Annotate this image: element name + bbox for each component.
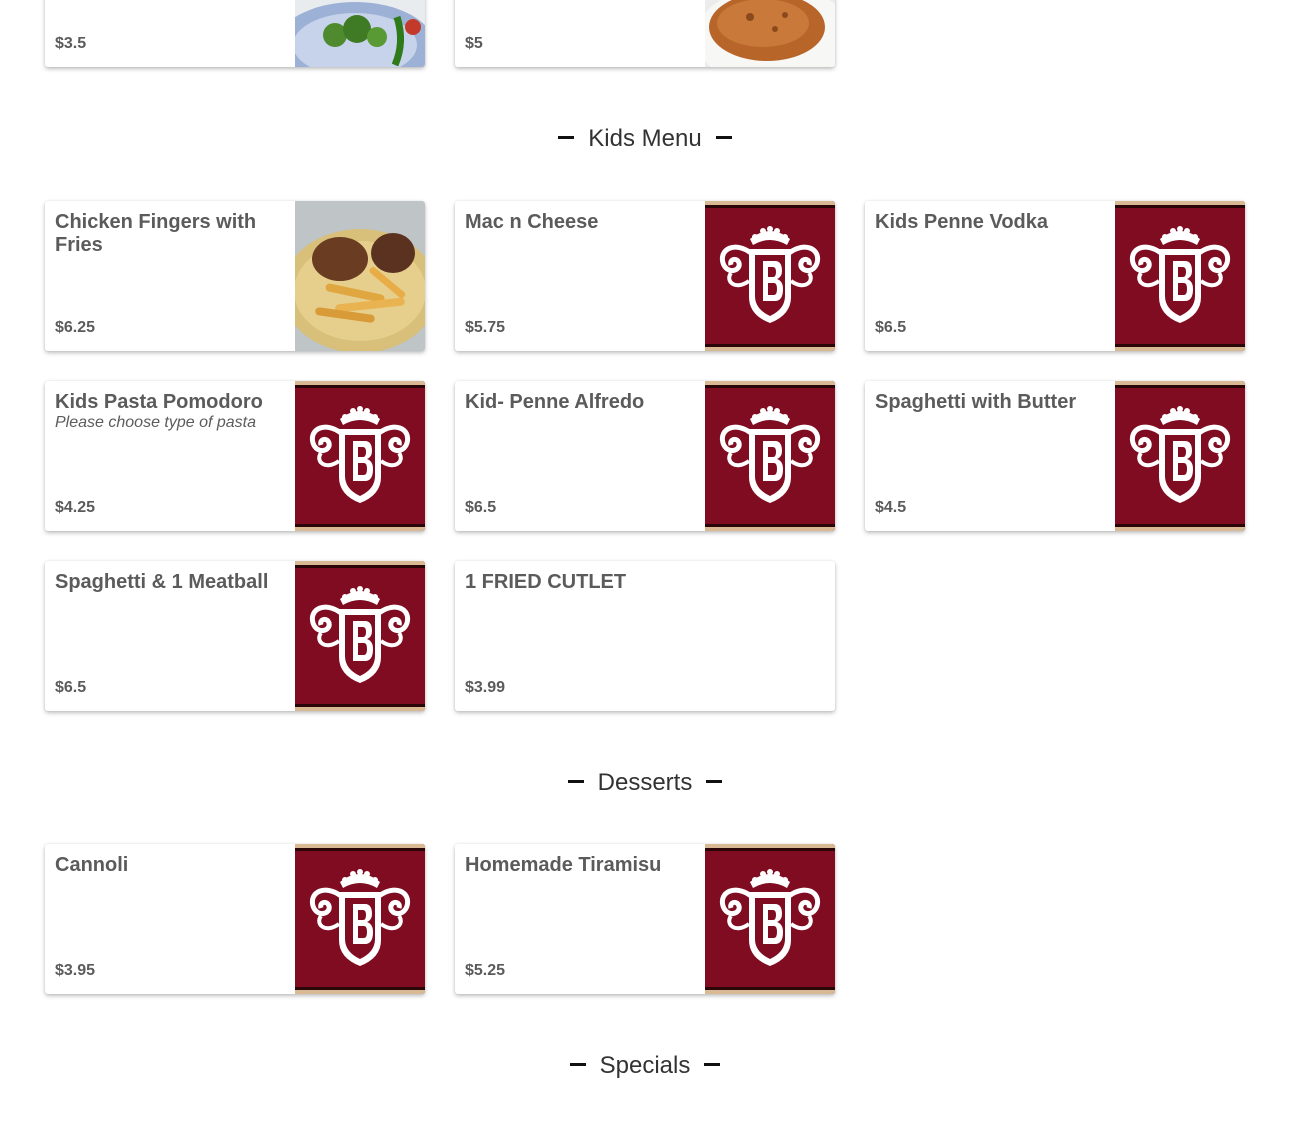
restaurant-logo (705, 201, 835, 351)
item-name: Kids Pasta Pomodoro (55, 391, 263, 413)
chicken-fingers-fries-photo (295, 201, 425, 351)
menu-item-card[interactable]: 1 FRIED CUTLET $3.99 (455, 561, 835, 711)
item-price: $4.25 (55, 499, 96, 516)
item-name: Kid- Penne Alfredo (465, 391, 645, 413)
menu-item-card[interactable]: Spaghetti with Butter $4.5 (865, 381, 1245, 531)
section-title-kids-menu: Kids Menu (0, 124, 1290, 154)
item-price: $6.25 (55, 319, 96, 336)
item-price: $4.5 (875, 499, 907, 516)
item-name: Homemade Tiramisu (465, 854, 662, 876)
item-price: $6.5 (465, 499, 497, 516)
broccoli-plate-photo (295, 0, 425, 67)
item-price: $5.25 (465, 962, 506, 979)
dash-icon (567, 780, 584, 784)
menu-item-card[interactable]: Chicken Fingers with Fries $6.25 (45, 201, 425, 351)
item-name: Spaghetti & 1 Meatball (55, 571, 269, 593)
restaurant-logo (705, 844, 835, 994)
dash-icon (569, 1063, 586, 1067)
menu-item-card[interactable]: Kids Pasta Pomodoro Please choose type o… (45, 381, 425, 531)
dash-icon (715, 136, 732, 140)
menu-item-card[interactable]: Kids Penne Vodka $6.5 (865, 201, 1245, 351)
item-name: Spaghetti with Butter (875, 391, 1077, 413)
menu-item-card[interactable]: $5 (455, 0, 835, 67)
restaurant-logo (295, 561, 425, 711)
item-name: Mac n Cheese (465, 211, 599, 233)
dash-icon (558, 136, 575, 140)
item-description: Please choose type of pasta (55, 414, 257, 431)
menu-item-card[interactable]: Spaghetti & 1 Meatball $6.5 (45, 561, 425, 711)
item-price: $3.99 (465, 679, 506, 696)
item-name: Kids Penne Vodka (875, 211, 1049, 233)
item-price: $6.5 (55, 679, 87, 696)
dash-icon (704, 1063, 721, 1067)
section-title-specials: Specials (0, 1051, 1290, 1081)
fried-cutlet-photo (705, 0, 835, 67)
item-price: $5.75 (465, 319, 506, 336)
restaurant-logo (295, 381, 425, 531)
item-price: $3.5 (55, 35, 87, 52)
menu-item-card[interactable]: $3.5 (45, 0, 425, 67)
restaurant-logo (1115, 201, 1245, 351)
menu-item-card[interactable]: Homemade Tiramisu $5.25 (455, 844, 835, 994)
restaurant-logo (1115, 381, 1245, 531)
menu-item-card[interactable]: Cannoli $3.95 (45, 844, 425, 994)
item-name: Chicken Fingers with Fries (55, 211, 257, 256)
menu-item-card[interactable]: Mac n Cheese $5.75 (455, 201, 835, 351)
section-title-desserts: Desserts (0, 768, 1290, 798)
item-price: $5 (465, 35, 483, 52)
restaurant-logo (295, 844, 425, 994)
item-price: $6.5 (875, 319, 907, 336)
item-name: 1 FRIED CUTLET (465, 571, 627, 593)
restaurant-logo (705, 381, 835, 531)
item-name: Cannoli (55, 854, 129, 876)
menu-item-card[interactable]: Kid- Penne Alfredo $6.5 (455, 381, 835, 531)
dash-icon (706, 780, 723, 784)
item-price: $3.95 (55, 962, 96, 979)
